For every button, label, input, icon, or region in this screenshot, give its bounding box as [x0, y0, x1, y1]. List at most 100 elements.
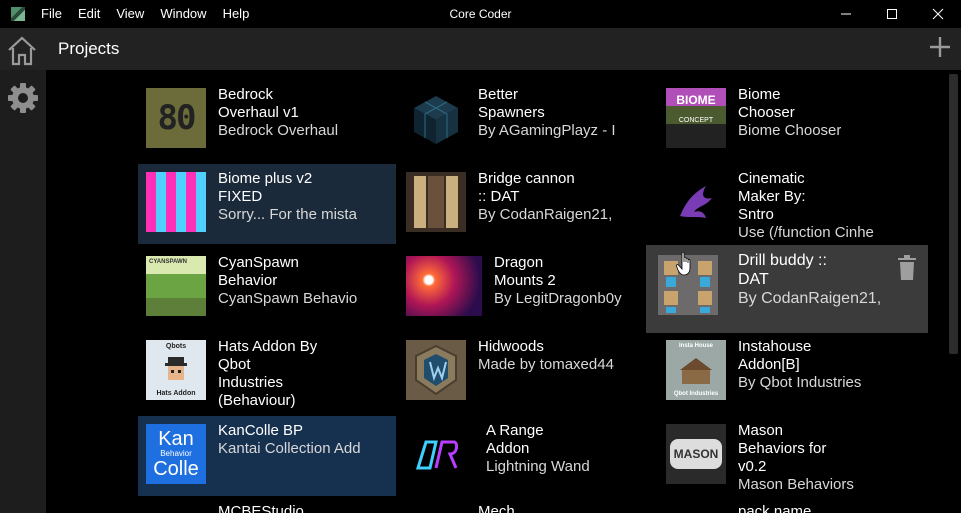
- title-bar: File Edit View Window Help Core Coder: [0, 0, 961, 28]
- project-card-mcbestudio[interactable]: MCBEStudio: [138, 500, 396, 513]
- header-bar: Projects: [0, 28, 961, 70]
- project-info: Bedrock Overhaul v1 Bedrock Overhaul: [218, 80, 338, 160]
- menu-edit[interactable]: Edit: [70, 0, 108, 28]
- project-info: KanColle BP Kantai Collection Add: [218, 416, 361, 496]
- project-card-mason-behaviors[interactable]: MASON Mason Behaviors for v0.2 Mason Beh…: [658, 416, 916, 496]
- project-subtitle: Kantai Collection Add: [218, 440, 361, 457]
- project-card-cyanspawn[interactable]: CYANSPAWN CyanSpawn Behavior CyanSpawn B…: [138, 248, 396, 328]
- project-title-line: CyanSpawn: [218, 254, 299, 271]
- thumb-label: Qbot Industries: [673, 391, 719, 397]
- project-title-line: Hidwoods: [478, 338, 544, 355]
- project-card-instahouse[interactable]: Insta House Qbot Industries Instahouse A…: [658, 332, 916, 412]
- project-subtitle: By CodanRaigen21,: [738, 290, 882, 307]
- shield-emblem-icon: [415, 344, 457, 396]
- project-card-bridge-cannon[interactable]: Bridge cannon :: DAT By CodanRaigen21,: [398, 164, 656, 244]
- project-title-line: Overhaul v1: [218, 104, 299, 121]
- project-thumbnail: MASON: [666, 424, 726, 484]
- project-title-line: Biome: [738, 86, 781, 103]
- project-card-hidwoods[interactable]: Hidwoods Made by tomaxed44: [398, 332, 656, 412]
- project-subtitle: CyanSpawn Behavio: [218, 290, 358, 307]
- project-card-biome-chooser[interactable]: BIOME CONCEPT Biome Chooser Biome Choose…: [658, 80, 916, 160]
- project-card-hats-addon[interactable]: Qbots Hats Addon Hats Addon By Qbot Indu…: [138, 332, 396, 412]
- menu-bar: File Edit View Window Help: [37, 0, 257, 28]
- project-title-line: Instahouse: [738, 338, 812, 355]
- close-button[interactable]: [915, 0, 961, 28]
- project-card-pack-name[interactable]: pack name: [658, 500, 916, 513]
- thumb-label: Kan: [158, 428, 194, 450]
- project-card-cinematic-maker[interactable]: Cinematic Maker By: Sntro Use (/function…: [658, 164, 916, 244]
- project-title-line: v0.2: [738, 458, 767, 475]
- project-info: Instahouse Addon[B] By Qbot Industries: [738, 332, 861, 412]
- close-icon: [932, 8, 944, 20]
- project-title-line: Qbot: [218, 356, 251, 373]
- project-card-better-spawners[interactable]: Better Spawners By AGamingPlayz - I: [398, 80, 656, 160]
- menu-view[interactable]: View: [108, 0, 152, 28]
- minimize-button[interactable]: [823, 0, 869, 28]
- hand-cursor-icon: [676, 251, 691, 276]
- project-card-mech[interactable]: Mech: [398, 500, 656, 513]
- house-icon: [680, 358, 712, 384]
- project-card-drill-buddy[interactable]: Drill buddy :: DAT By CodanRaigen21,: [646, 245, 928, 333]
- project-card-kancolle[interactable]: Kan Behavior Colle KanColle BP Kantai Co…: [138, 416, 396, 496]
- project-subtitle: Lightning Wand: [486, 458, 590, 475]
- project-title-line: Bridge cannon: [478, 170, 575, 187]
- project-thumbnail: CYANSPAWN: [146, 256, 206, 316]
- menu-file[interactable]: File: [37, 0, 70, 28]
- project-title-line: Chooser: [738, 104, 795, 121]
- project-card-a-range-addon[interactable]: A Range Addon Lightning Wand: [398, 416, 656, 496]
- project-title-line: MCBEStudio: [218, 503, 304, 513]
- project-title-line: Spawners: [478, 104, 545, 121]
- project-thumbnail: Kan Behavior Colle: [146, 424, 206, 484]
- project-thumbnail: [406, 256, 482, 316]
- project-title-line: Bedrock: [218, 86, 274, 103]
- project-title-line: Addon[B]: [738, 356, 800, 373]
- project-title-line: FIXED: [218, 188, 263, 205]
- add-project-icon[interactable]: [929, 36, 951, 58]
- project-title-line: Mounts 2: [494, 272, 556, 289]
- project-subtitle: By CodanRaigen21,: [478, 206, 613, 223]
- thumb-label: MASON: [669, 439, 723, 469]
- project-thumbnail: [666, 172, 726, 232]
- thumb-label: Qbots: [165, 343, 187, 350]
- thumb-label: Colle: [153, 458, 199, 480]
- project-title-line: Maker By:: [738, 188, 806, 205]
- ar-logo-icon: [415, 440, 459, 470]
- project-title-line: Biome plus v2: [218, 170, 313, 187]
- maximize-icon: [887, 9, 897, 19]
- project-info: Dragon Mounts 2 By LegitDragonb0y: [494, 248, 622, 328]
- project-title-line: Sntro: [738, 206, 774, 223]
- project-info: Bridge cannon :: DAT By CodanRaigen21,: [478, 164, 612, 244]
- project-info: Mason Behaviors for v0.2 Mason Behaviors: [738, 416, 854, 496]
- project-thumbnail: [406, 424, 466, 484]
- project-title-line: :: DAT: [478, 188, 520, 205]
- menu-help[interactable]: Help: [215, 0, 258, 28]
- page-title: Projects: [58, 39, 120, 58]
- project-subtitle: By LegitDragonb0y: [494, 290, 622, 307]
- project-thumbnail: Qbots Hats Addon: [146, 340, 206, 400]
- project-card-biome-plus[interactable]: Biome plus v2 FIXED Sorry... For the mis…: [138, 164, 396, 244]
- menu-window[interactable]: Window: [152, 0, 214, 28]
- project-info: Cinematic Maker By: Sntro Use (/function…: [738, 164, 874, 244]
- project-thumbnail: [406, 172, 466, 232]
- project-title-line: Behavior: [218, 272, 278, 289]
- project-title-line: KanColle BP: [218, 422, 304, 439]
- project-subtitle: Made by tomaxed44: [478, 356, 614, 373]
- project-card-dragon-mounts[interactable]: Dragon Mounts 2 By LegitDragonb0y: [398, 248, 656, 328]
- delete-trash-icon[interactable]: [896, 255, 918, 281]
- project-subtitle: Sorry... For the mista: [218, 206, 357, 223]
- window-controls: [823, 0, 961, 28]
- thumb-label: Hats Addon: [156, 390, 196, 397]
- project-thumbnail: 80: [146, 88, 206, 148]
- project-subtitle: Bedrock Overhaul: [218, 122, 339, 139]
- project-title-line: Addon: [486, 440, 530, 457]
- project-thumbnail: [406, 88, 466, 148]
- sidebar: [0, 70, 46, 513]
- settings-gear-icon[interactable]: [7, 82, 39, 114]
- spawner-cube-icon: [414, 96, 458, 144]
- project-info: Drill buddy :: DAT By CodanRaigen21,: [738, 245, 881, 333]
- project-info: Mech: [398, 500, 515, 513]
- project-card-bedrock-overhaul[interactable]: 80 Bedrock Overhaul v1 Bedrock Overhaul: [138, 80, 396, 160]
- maximize-button[interactable]: [869, 0, 915, 28]
- home-icon[interactable]: [6, 35, 38, 67]
- scrollbar-thumb[interactable]: [949, 74, 958, 354]
